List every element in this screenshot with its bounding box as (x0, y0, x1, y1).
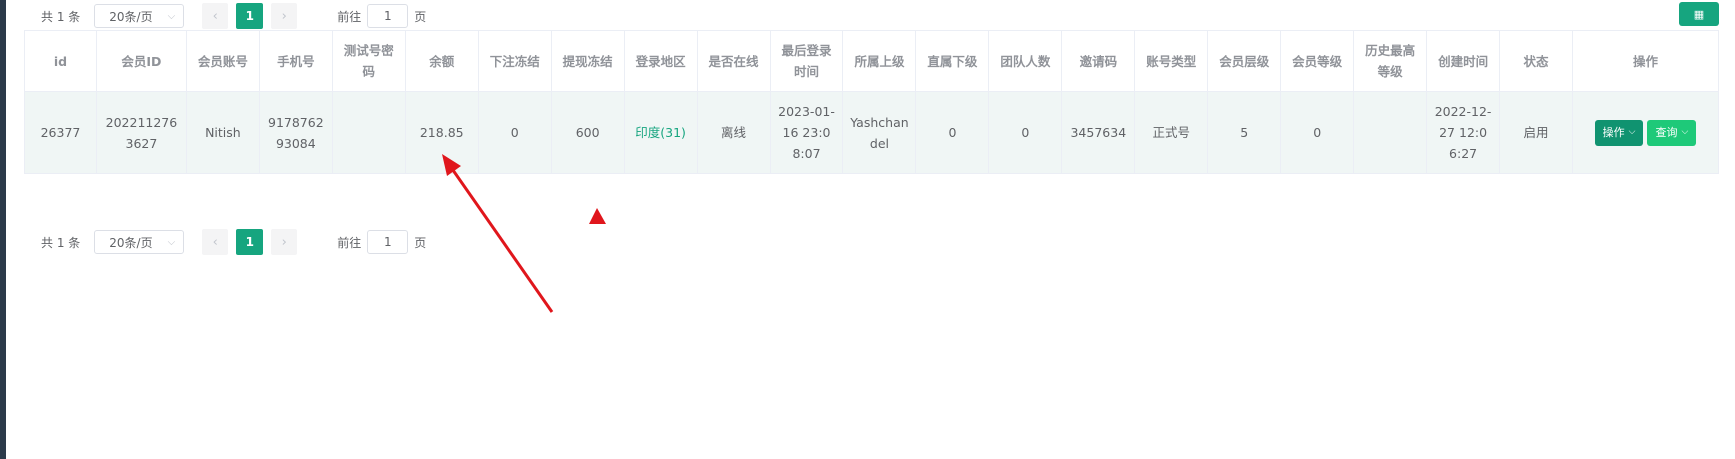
annotation-arrow-line (446, 162, 554, 313)
annotation-triangle (589, 208, 606, 224)
annotation-arrow-head (442, 154, 461, 176)
annotation-overlay (442, 154, 606, 313)
